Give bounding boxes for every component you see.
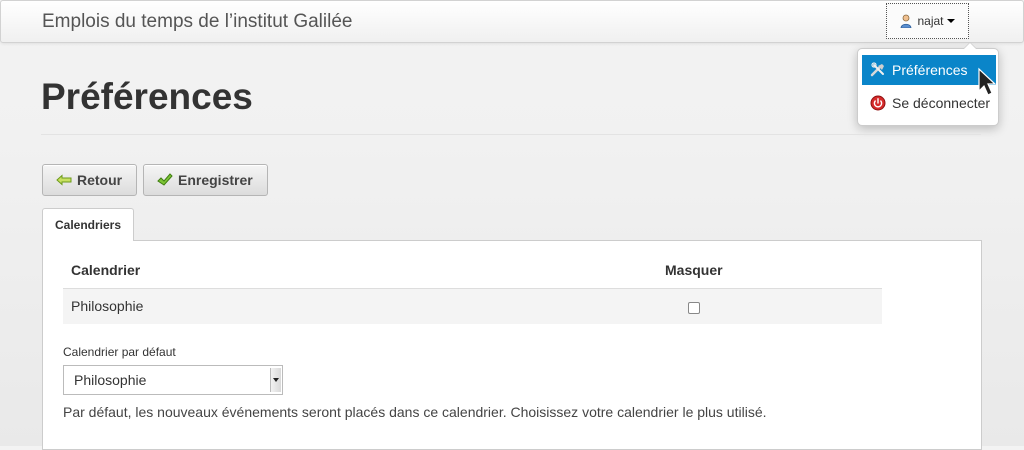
tools-icon <box>870 62 884 77</box>
title-divider <box>41 134 981 135</box>
chevron-down-icon <box>270 368 281 392</box>
default-calendar-label: Calendrier par défaut <box>63 345 176 359</box>
user-icon <box>901 14 912 28</box>
chevron-down-icon <box>946 19 955 23</box>
select-value: Philosophie <box>74 372 147 388</box>
menu-item-preferences[interactable]: Préférences <box>862 55 996 85</box>
calendar-name: Philosophie <box>71 298 144 314</box>
back-button-label: Retour <box>77 172 123 188</box>
mouse-cursor-icon <box>978 67 997 96</box>
back-button[interactable]: Retour <box>42 164 137 196</box>
arrow-left-icon <box>56 174 72 186</box>
power-icon <box>870 95 886 111</box>
default-calendar-select[interactable]: Philosophie <box>63 365 283 395</box>
menu-item-logout[interactable]: Se déconnecter <box>862 88 996 118</box>
top-navbar: Emplois du temps de l’institut Galilée <box>0 0 1024 43</box>
tab-calendriers[interactable]: Calendriers <box>42 208 134 241</box>
app-brand[interactable]: Emplois du temps de l’institut Galilée <box>42 11 352 33</box>
save-button[interactable]: Enregistrer <box>143 164 268 196</box>
column-header-calendar: Calendrier <box>71 262 141 278</box>
save-button-label: Enregistrer <box>178 172 253 188</box>
page-title: Préférences <box>41 76 253 117</box>
checkmark-icon <box>157 173 173 186</box>
menu-item-label: Préférences <box>892 62 968 78</box>
user-menu-toggle[interactable]: najat <box>886 3 969 39</box>
table-row <box>63 288 882 324</box>
user-name: najat <box>917 14 944 28</box>
hide-calendar-checkbox[interactable] <box>688 302 700 314</box>
menu-item-label: Se déconnecter <box>892 95 991 111</box>
default-calendar-help: Par défaut, les nouveaux événements sero… <box>63 404 767 420</box>
column-header-hide: Masquer <box>665 262 723 278</box>
